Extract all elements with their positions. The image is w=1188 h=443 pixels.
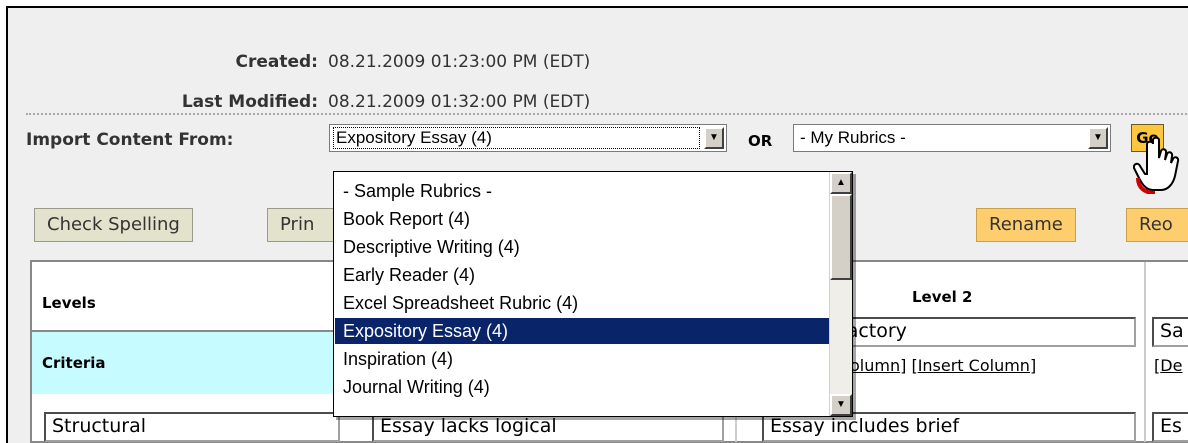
level-3-name-input[interactable]: Sa <box>1152 317 1188 347</box>
scrollbar-thumb[interactable] <box>830 194 852 280</box>
column-divider <box>1144 262 1146 442</box>
scroll-up-icon[interactable]: ▲ <box>830 172 852 194</box>
criteria-header: Criteria <box>42 354 106 372</box>
criteria-header-cell: Criteria <box>32 330 362 394</box>
insert-column-link[interactable]: Insert Column <box>918 356 1030 375</box>
level-3-description[interactable]: Es <box>1152 412 1188 442</box>
delete-column-link[interactable]: olumn <box>850 356 900 375</box>
created-value: 08.21.2009 01:23:00 PM (EDT) <box>328 52 591 72</box>
levels-header: Levels <box>42 294 96 312</box>
level-2-header: Level 2 <box>912 288 973 306</box>
reorder-button[interactable]: Reo <box>1126 208 1188 242</box>
criterion-input[interactable]: Structural <box>44 412 340 442</box>
import-rubric-select[interactable]: Expository Essay (4) ▼ <box>329 124 727 152</box>
dropdown-option[interactable]: - Sample Rubrics - <box>335 178 829 204</box>
my-rubrics-selected-value: - My Rubrics - <box>800 128 906 147</box>
last-modified-label: Last Modified: <box>181 92 318 112</box>
dropdown-arrow-icon[interactable]: ▼ <box>704 127 724 149</box>
scroll-down-icon[interactable]: ▼ <box>830 394 852 416</box>
dropdown-option-selected[interactable]: Expository Essay (4) <box>335 318 829 344</box>
created-label: Created: <box>235 52 319 72</box>
rename-button[interactable]: Rename <box>976 208 1076 242</box>
dropdown-arrow-icon[interactable]: ▼ <box>1088 127 1108 149</box>
dotted-divider <box>26 113 1188 115</box>
check-spelling-button[interactable]: Check Spelling <box>34 208 193 242</box>
import-rubric-selected-value: Expository Essay (4) <box>336 128 492 147</box>
dropdown-option[interactable]: Book Report (4) <box>335 206 829 232</box>
my-rubrics-select[interactable]: - My Rubrics - ▼ <box>793 124 1111 152</box>
dropdown-option[interactable]: Journal Writing (4) <box>335 374 829 400</box>
dropdown-option[interactable]: Descriptive Writing (4) <box>335 234 829 260</box>
dropdown-option[interactable]: Early Reader (4) <box>335 262 829 288</box>
level-2-name-input[interactable]: factory <box>832 317 1136 347</box>
dropdown-scrollbar[interactable]: ▲ ▼ <box>829 172 852 416</box>
dropdown-option[interactable]: Excel Spreadsheet Rubric (4) <box>335 290 829 316</box>
import-content-label: Import Content From: <box>26 130 234 150</box>
hand-cursor-icon <box>1133 136 1180 194</box>
or-label: OR <box>748 132 773 150</box>
column-actions: olumn] [Insert Column] <box>850 356 1037 375</box>
import-rubric-dropdown-list[interactable]: - Sample Rubrics - Book Report (4) Descr… <box>333 171 853 417</box>
rubric-editor-panel: Created: 08.21.2009 01:23:00 PM (EDT) La… <box>6 6 1188 443</box>
delete-column-link-next[interactable]: De <box>1160 356 1182 375</box>
last-modified-value: 08.21.2009 01:32:00 PM (EDT) <box>328 92 591 112</box>
column-actions-next: [De <box>1154 356 1183 375</box>
dropdown-option[interactable]: Inspiration (4) <box>335 346 829 372</box>
